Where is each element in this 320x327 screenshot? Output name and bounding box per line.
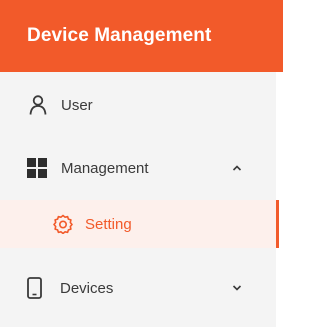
- sidebar-item-label: User: [61, 96, 93, 114]
- gear-icon: [53, 214, 73, 234]
- sidebar-item-label: Management: [61, 159, 149, 177]
- mobile-icon: [27, 277, 42, 299]
- sidebar-item-devices[interactable]: Devices: [0, 262, 276, 314]
- grid-icon: [27, 158, 47, 178]
- sidebar-item-label: Setting: [85, 215, 132, 233]
- sidebar-item-setting[interactable]: Setting: [0, 200, 279, 248]
- sidebar: Device Management User Management Settin…: [0, 0, 287, 327]
- sidebar-item-management[interactable]: Management: [0, 142, 276, 194]
- sidebar-item-user[interactable]: User: [0, 81, 276, 129]
- sidebar-item-label: Devices: [60, 279, 114, 297]
- sidebar-menu: User Management Setting Devices: [0, 72, 287, 327]
- user-icon: [29, 95, 47, 115]
- sidebar-header: Device Management: [0, 0, 287, 72]
- chevron-up-icon[interactable]: [232, 165, 242, 172]
- chevron-down-icon[interactable]: [232, 285, 242, 292]
- app-title: Device Management: [27, 25, 212, 46]
